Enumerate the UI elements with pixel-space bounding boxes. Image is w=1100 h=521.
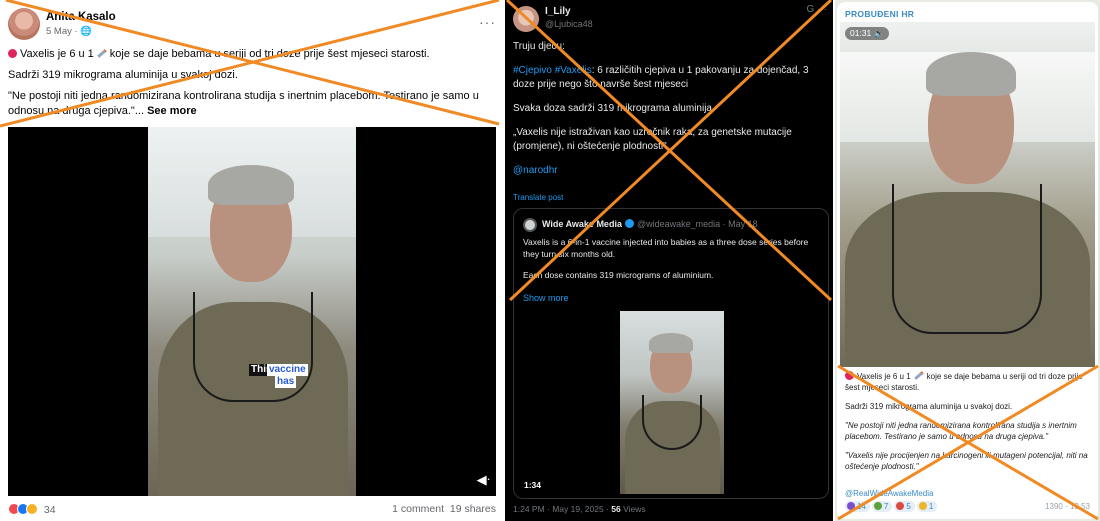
quoted-author[interactable]: Wide Awake Media @wideawake_media · May 1… — [542, 219, 758, 229]
quoted-handle: @wideawake_media · May 18 — [636, 219, 758, 229]
message-line-4: "Vaxelis nije procijenjen na karcinogeni… — [845, 450, 1093, 472]
facebook-post: Anita Kasalo 5 May · 🌐 ··· Vaxelis je 6 … — [0, 0, 503, 521]
author-name[interactable]: Anita Kasalo — [46, 11, 116, 23]
video-caption-word-3: has — [275, 376, 297, 388]
person-silhouette-hair — [926, 52, 1016, 96]
volume-icon[interactable]: ◀ᐧ — [477, 472, 490, 488]
view-count: 1390 · 13:53 — [1045, 502, 1090, 511]
person-silhouette-hair — [208, 165, 294, 205]
post-meta: 1:24 PM · May 19, 2025 · 56 Views — [513, 504, 646, 514]
message-line-3: "Ne postoji niti jedna randomizirana kon… — [845, 420, 1093, 442]
post-line-1: #Cjepivo #Vaxelis: 6 različitih cjepiva … — [513, 64, 825, 92]
quoted-video[interactable] — [620, 311, 724, 494]
video-duration[interactable]: 01:31 🔈 — [845, 27, 890, 40]
reaction-pill[interactable]: 1 — [916, 501, 938, 512]
video-duration: 1:34 — [524, 480, 542, 490]
mention-link[interactable]: @narodhr — [513, 164, 825, 178]
channel-name[interactable]: PROBUĐENI HR — [845, 9, 914, 19]
hashtags[interactable]: #Cjepivo #Vaxelis — [513, 65, 592, 76]
reaction-count: 5 — [906, 502, 911, 511]
reaction-pill[interactable]: 14 — [845, 501, 870, 512]
avatar[interactable] — [513, 6, 539, 32]
post-line-3: „Vaxelis nije istraživan kao uzročnik ra… — [513, 127, 792, 152]
reaction-count: 7 — [883, 502, 889, 511]
post-stats: 1 comment 19 shares — [392, 503, 496, 515]
comment-count[interactable]: 1 comment — [392, 503, 444, 515]
message-line-2: Sadrži 319 mikrograma aluminija u svakoj… — [845, 402, 1013, 411]
views-label: Views — [620, 504, 646, 514]
syringe-icon — [97, 49, 107, 58]
message-line-1: Vaxelis je 6 u 1 koje se daje bebama u se… — [845, 371, 1093, 393]
post-line-2: Svaka doza sadrži 319 mikrograma alumini… — [513, 103, 712, 114]
more-horizontal-icon[interactable]: ··· — [479, 14, 496, 30]
avatar[interactable] — [8, 8, 40, 40]
quoted-line-1: Vaxelis is a 6-in-1 vaccine injected int… — [523, 237, 809, 259]
post-line-3-text: "Ne postoji niti jedna randomizirana kon… — [8, 90, 479, 117]
post-line-1b: koje se daje bebama u seriji od tri doze… — [109, 48, 430, 60]
reaction-count: 1 — [928, 502, 934, 511]
post-header: Anita Kasalo 5 May · 🌐 ··· — [8, 8, 496, 40]
grok-more-icons[interactable]: G ··· — [806, 4, 827, 15]
source-link[interactable]: @RealWideAwakeMedia — [845, 489, 933, 498]
x-post: I_Lily @Ljubica48 G ··· Truju djecu: #Cj… — [505, 0, 833, 521]
reactions-bar: 14 7 5 1 — [845, 501, 939, 512]
video-frame: This vaccine has — [148, 127, 356, 496]
reaction-pill[interactable]: 7 — [871, 501, 893, 512]
red-circle-icon — [845, 371, 854, 380]
message-text: Vaxelis je 6 u 1 koje se daje bebama u se… — [845, 371, 1093, 480]
post-video[interactable]: This vaccine has ◀ᐧ — [8, 127, 496, 496]
post-greeting: Truju djecu: — [513, 41, 565, 52]
post-line-1a: Vaxelis je 6 u 1 — [20, 48, 94, 60]
reaction-pill[interactable]: 5 — [894, 501, 915, 512]
share-count[interactable]: 19 shares — [450, 503, 496, 515]
message-quote-1: "Ne postoji niti jedna randomizirana kon… — [845, 421, 1077, 441]
post-footer: 34 1 comment 19 shares — [8, 503, 496, 517]
display-name[interactable]: I_Lily — [545, 6, 571, 17]
thumbs-up-reaction-icon — [918, 502, 927, 510]
see-more-link[interactable]: See more — [147, 105, 197, 117]
angry-reaction-icon — [896, 502, 905, 510]
post-line-1: Vaxelis je 6 u 1 koje se daje bebama u se… — [8, 47, 496, 62]
message-line-1a: Vaxelis je 6 u 1 — [857, 372, 911, 381]
quoted-text: Vaxelis is a 6-in-1 vaccine injected int… — [523, 236, 821, 290]
translate-post-link[interactable]: Translate post — [513, 193, 563, 202]
stethoscope-shape — [892, 184, 1042, 334]
sad-reaction-icon[interactable] — [26, 503, 38, 515]
quoted-author-name: Wide Awake Media — [542, 219, 622, 229]
person-silhouette-hair — [649, 333, 693, 353]
show-more-link[interactable]: Show more — [523, 293, 569, 303]
post-date[interactable]: 5 May · 🌐 — [46, 26, 92, 37]
quoted-avatar[interactable] — [523, 218, 537, 232]
message-quote-2: "Vaxelis nije procijenjen na karcinogeni… — [845, 451, 1088, 471]
video-caption-word-2: vaccine — [267, 364, 308, 376]
user-handle[interactable]: @Ljubica48 — [545, 19, 593, 29]
post-line-3: "Ne postoji niti jedna randomizirana kon… — [8, 89, 496, 119]
view-count: 56 — [611, 504, 621, 514]
post-text: Truju djecu: #Cjepivo #Vaxelis: 6 različ… — [513, 40, 825, 188]
telegram-post: PROBUĐENI HR 01:31 🔈 Vaxelis je 6 u 1 koj… — [835, 0, 1100, 521]
quoted-line-2: Each dose contains 319 micrograms of alu… — [523, 270, 714, 280]
vomit-reaction-icon — [873, 502, 882, 510]
post-text: Vaxelis je 6 u 1 koje se daje bebama u se… — [8, 47, 496, 125]
red-circle-icon — [8, 49, 17, 58]
reaction-count: 14 — [857, 502, 866, 511]
quoted-post[interactable]: Wide Awake Media @wideawake_media · May 1… — [513, 208, 829, 499]
message-card: PROBUĐENI HR 01:31 🔈 Vaxelis je 6 u 1 koj… — [837, 2, 1098, 519]
reaction-count[interactable]: 34 — [44, 504, 56, 516]
syringe-icon — [913, 371, 924, 380]
devil-reaction-icon — [847, 502, 855, 510]
message-video[interactable]: 01:31 🔈 — [840, 22, 1095, 367]
verified-badge-icon — [624, 219, 634, 228]
post-timestamp[interactable]: 1:24 PM · May 19, 2025 · — [513, 504, 611, 514]
post-line-2: Sadrži 319 mikrograma aluminija u svakoj… — [8, 69, 238, 81]
